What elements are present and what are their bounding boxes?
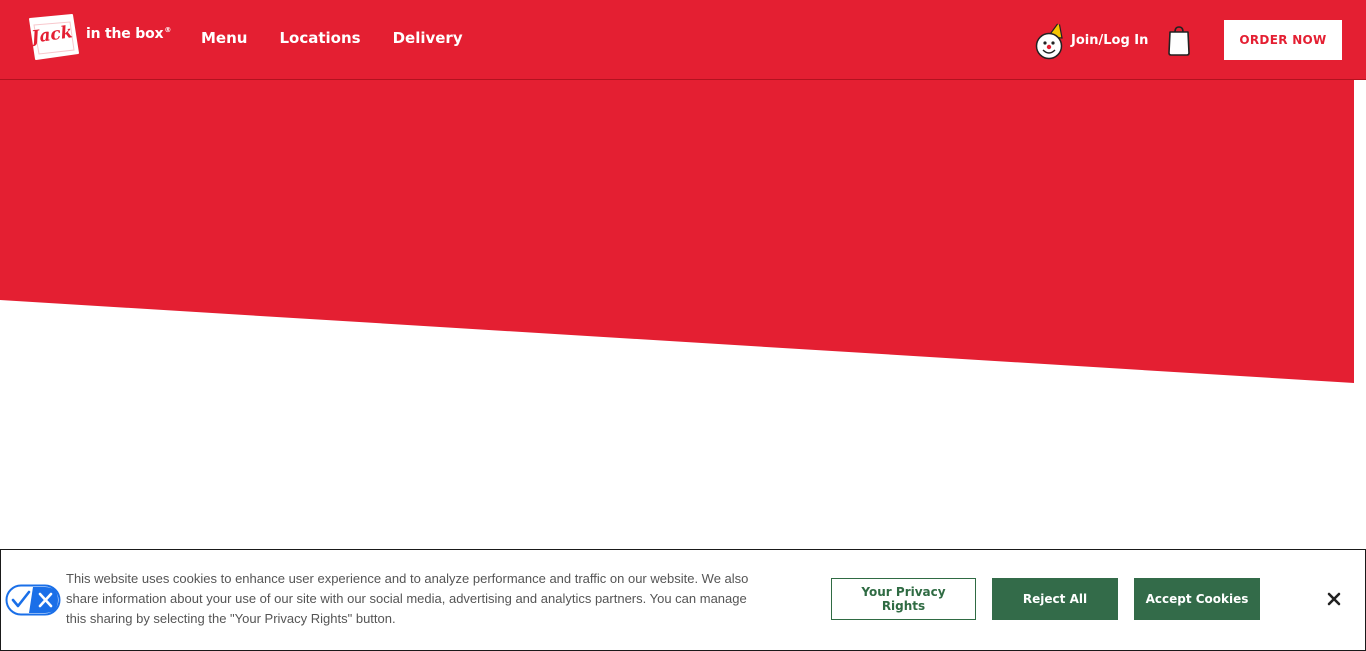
cookie-consent-banner: This website uses cookies to enhance use…: [0, 549, 1366, 651]
accept-cookies-button[interactable]: Accept Cookies: [1134, 578, 1260, 620]
nav-item-delivery[interactable]: Delivery: [393, 29, 463, 47]
join-login-label: Join/Log In: [1071, 32, 1149, 48]
order-now-button[interactable]: ORDER NOW: [1224, 20, 1342, 60]
cookie-policy-text: This website uses cookies to enhance use…: [66, 571, 749, 626]
reject-all-button[interactable]: Reject All: [992, 578, 1118, 620]
jack-in-the-box-logo[interactable]: Jack in the box®: [24, 13, 171, 61]
logo-tagline: in the box®: [86, 26, 171, 42]
hero-banner: [0, 80, 1366, 390]
close-banner-button[interactable]: [1321, 586, 1347, 612]
nav-item-locations[interactable]: Locations: [279, 29, 360, 47]
join-login-link[interactable]: Join/Log In: [1035, 20, 1148, 60]
site-header: Jack in the box® Menu Locations Delivery…: [0, 0, 1366, 80]
jack-mascot-icon: [1035, 20, 1063, 60]
close-icon: [1327, 592, 1341, 606]
logo-registered-mark: ®: [164, 26, 172, 34]
shopping-bag-icon[interactable]: [1166, 24, 1192, 56]
hero-red-background: [0, 80, 1354, 383]
main-nav: Menu Locations Delivery: [201, 29, 463, 47]
nav-item-menu[interactable]: Menu: [201, 29, 247, 47]
privacy-choices-icon[interactable]: [5, 584, 61, 616]
privacy-rights-button[interactable]: Your Privacy Rights: [831, 578, 976, 620]
logo-tagline-text: in the box: [86, 26, 164, 42]
